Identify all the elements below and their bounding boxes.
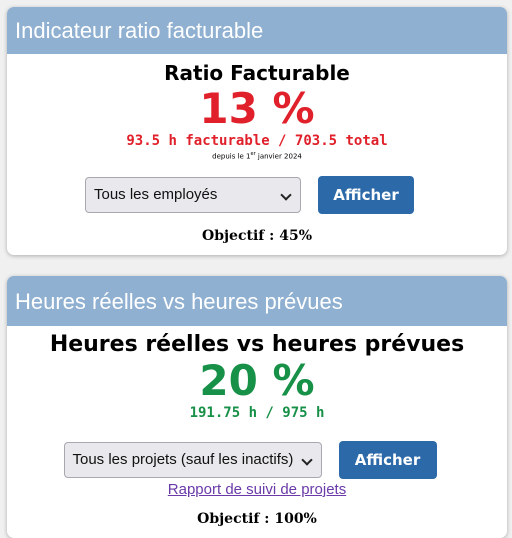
hours-card-header: Heures réelles vs heures prévues xyxy=(7,276,507,326)
billable-card-header: Indicateur ratio facturable xyxy=(7,7,507,54)
hours-card-body: Heures réelles vs heures prévues 20 % 19… xyxy=(7,332,507,527)
since-date-note: depuis le 1er janvier 2024 xyxy=(7,150,507,161)
billable-objective: Objectif : 45% xyxy=(202,228,312,245)
billable-ratio-title: Ratio Facturable xyxy=(164,61,350,85)
since-prefix: depuis le 1 xyxy=(212,152,251,161)
project-select-value: Tous les projets (sauf les inactifs) xyxy=(72,451,294,468)
hours-detail: 191.75 h / 975 h xyxy=(189,405,325,421)
billable-card-body: Ratio Facturable 13 % 93.5 h facturable … xyxy=(7,61,507,244)
billable-ratio-card: Indicateur ratio facturable Ratio Factur… xyxy=(7,7,507,255)
hours-objective: Objectif : 100% xyxy=(197,511,317,527)
employee-select-value: Tous les employés xyxy=(94,186,218,204)
since-suffix: janvier 2024 xyxy=(255,152,302,161)
chevron-down-icon xyxy=(300,454,313,466)
hours-show-button[interactable]: Afficher xyxy=(338,441,437,479)
billable-ratio-value: 13 % xyxy=(199,84,315,133)
hours-ratio-value: 20 % xyxy=(199,356,315,405)
project-report-link[interactable]: Rapport de suivi de projets xyxy=(168,481,346,499)
billable-hours-detail: 93.5 h facturable / 703.5 total xyxy=(126,133,388,149)
hours-comparison-card: Heures réelles vs heures prévues Heures … xyxy=(7,276,507,538)
hours-controls: Tous les projets (sauf les inactifs) Aff… xyxy=(7,441,507,479)
employee-select[interactable]: Tous les employés xyxy=(85,177,301,214)
project-select[interactable]: Tous les projets (sauf les inactifs) xyxy=(63,442,322,478)
hours-title: Heures réelles vs heures prévues xyxy=(49,332,465,357)
billable-controls: Tous les employés Afficher xyxy=(7,176,507,215)
chevron-down-icon xyxy=(280,189,292,201)
billable-show-button[interactable]: Afficher xyxy=(318,176,414,215)
